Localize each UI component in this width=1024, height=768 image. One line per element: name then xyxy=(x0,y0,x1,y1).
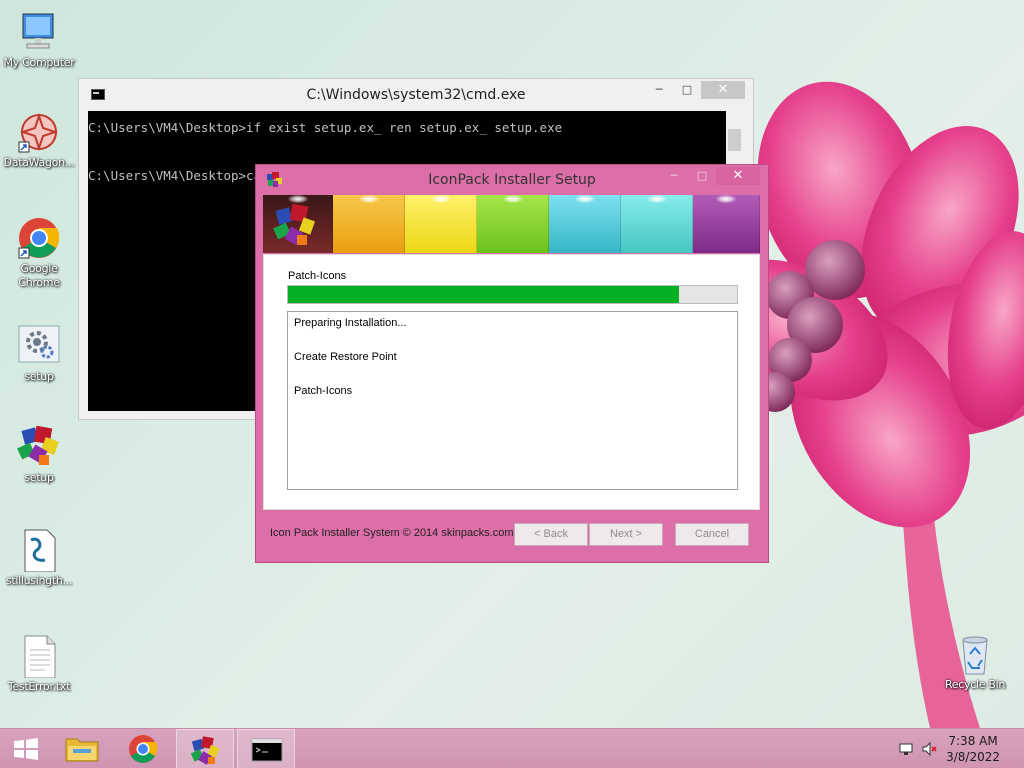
progress-fill xyxy=(288,286,679,303)
log-entry: Create Restore Point xyxy=(294,351,397,363)
desktop-icon-label: Recycle Bin xyxy=(944,678,1006,691)
desktop-icon-my-computer[interactable]: My Computer xyxy=(1,10,77,70)
banner-panel xyxy=(405,195,477,253)
cmd-line: C:\Users\VM4\Desktop>if exist setup.ex_ … xyxy=(88,120,563,135)
network-icon[interactable] xyxy=(898,741,914,757)
windows-logo-icon xyxy=(14,738,38,760)
taskbar-file-explorer[interactable] xyxy=(53,729,111,768)
cmd-title-bar[interactable]: C:\Windows\system32\cmd.exe ─ □ ✕ xyxy=(79,79,753,111)
log-entry: Preparing Installation... xyxy=(294,317,407,329)
desktop-icon-label: Google Chrome xyxy=(18,262,60,289)
cmd-scrollbar-thumb[interactable] xyxy=(728,129,741,151)
setup-gear-icon xyxy=(17,324,61,368)
start-button[interactable] xyxy=(2,729,50,768)
taskbar: 7:38 AM 3/8/2022 xyxy=(0,728,1024,768)
chrome-icon xyxy=(17,216,61,260)
banner-panel xyxy=(621,195,693,253)
recycle-bin-icon xyxy=(953,632,997,676)
cmd-minimize-button[interactable]: ─ xyxy=(645,81,673,99)
installer-close-button[interactable]: ✕ xyxy=(716,167,760,185)
cancel-button[interactable]: Cancel xyxy=(675,523,749,546)
setup-iconpack-icon xyxy=(17,425,61,469)
clock-time: 7:38 AM xyxy=(948,734,998,748)
desktop-icon-label: setup xyxy=(24,370,54,383)
banner-panel xyxy=(549,195,621,253)
my-computer-icon xyxy=(17,10,61,54)
next-button[interactable]: Next > xyxy=(589,523,663,546)
installer-minimize-button[interactable]: ─ xyxy=(660,167,688,185)
install-progress-bar xyxy=(287,285,738,304)
desktop-icon-datawagon[interactable]: DataWagon... xyxy=(1,110,77,170)
desktop-icon-testerror[interactable]: TestError.txt xyxy=(1,634,77,694)
desktop-icon-recycle-bin[interactable]: Recycle Bin xyxy=(937,632,1013,692)
log-entry: Patch-Icons xyxy=(294,385,353,397)
installer-title-bar[interactable]: IconPack Installer Setup ─ □ ✕ xyxy=(256,165,768,195)
desktop-icon-setup-iconpack[interactable]: setup xyxy=(1,425,77,485)
installer-footer-text: Icon Pack Installer System © 2014 skinpa… xyxy=(270,527,514,539)
desktop-icon-label: setup xyxy=(24,471,54,484)
desktop-icon-google-chrome[interactable]: Google Chrome xyxy=(1,216,77,290)
stage-label: Patch-Icons xyxy=(288,270,347,282)
banner-panel xyxy=(693,195,760,253)
desktop-icon-label: stillusingth... xyxy=(5,574,73,587)
script-file-icon xyxy=(17,528,61,573)
taskbar-clock[interactable]: 7:38 AM 3/8/2022 xyxy=(946,733,1000,765)
installer-banner xyxy=(263,195,760,253)
desktop-icon-label: DataWagon... xyxy=(3,156,75,169)
install-log[interactable]: Preparing Installation... Create Restore… xyxy=(287,311,738,490)
folder-icon xyxy=(65,738,99,762)
desktop-icon-label: TestError.txt xyxy=(7,680,71,693)
taskbar-iconpack-installer[interactable] xyxy=(176,729,234,768)
iconpack-app-icon xyxy=(190,736,220,765)
installer-content: Patch-Icons Preparing Installation... Cr… xyxy=(263,254,760,510)
cmd-close-button[interactable]: ✕ xyxy=(701,81,745,99)
back-button[interactable]: < Back xyxy=(514,523,588,546)
banner-panel xyxy=(333,195,405,253)
desktop-icon-setup-gear[interactable]: setup xyxy=(1,324,77,384)
datawagon-icon xyxy=(17,110,61,154)
taskbar-command-prompt[interactable] xyxy=(237,729,295,768)
volume-muted-icon[interactable] xyxy=(921,741,937,757)
iconpack-logo-icon xyxy=(273,203,316,246)
cmd-maximize-button[interactable]: □ xyxy=(673,81,701,99)
desktop-icon-stillusingth[interactable]: stillusingth... xyxy=(1,528,77,588)
clock-date: 3/8/2022 xyxy=(946,750,1000,764)
chrome-icon xyxy=(129,735,158,763)
text-file-icon xyxy=(17,634,61,679)
banner-panel xyxy=(477,195,549,253)
banner-panel-logo xyxy=(263,195,333,253)
installer-maximize-button[interactable]: □ xyxy=(688,167,716,185)
installer-window: IconPack Installer Setup ─ □ ✕ Patch-Ico… xyxy=(255,164,769,563)
command-prompt-icon xyxy=(251,738,283,762)
taskbar-chrome[interactable] xyxy=(114,729,172,768)
desktop-icon-label: My Computer xyxy=(3,56,75,69)
